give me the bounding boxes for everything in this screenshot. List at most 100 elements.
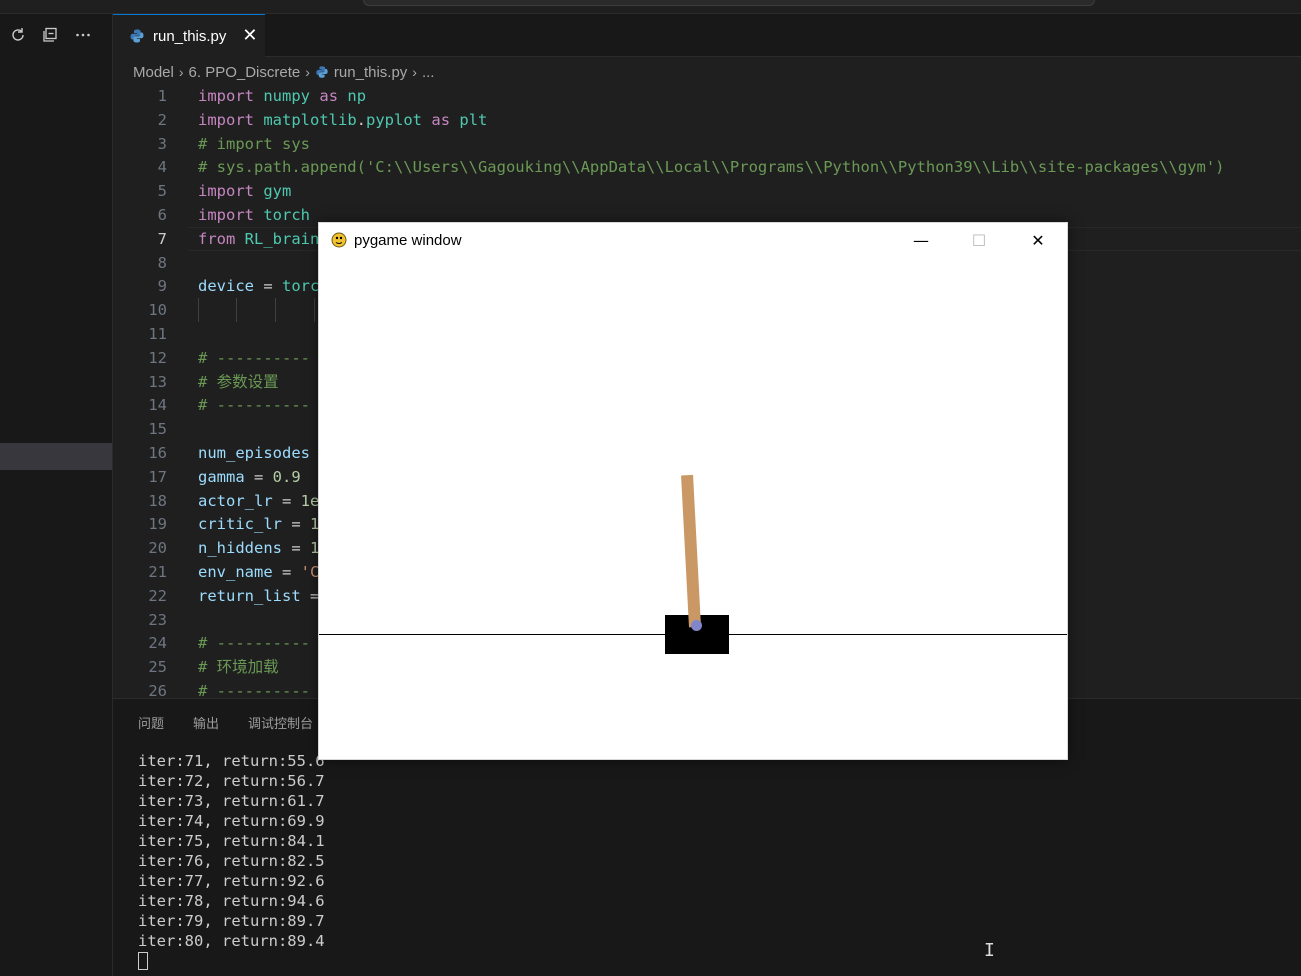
tab-output[interactable]: 输出 — [193, 713, 219, 732]
line-number: 9 — [157, 277, 167, 296]
close-button[interactable]: ✕ — [1009, 223, 1067, 259]
terminal-line: iter:79, return:89.7 — [138, 912, 325, 930]
code-text: critic_lr = 1 — [198, 515, 320, 534]
code-text: # ---------- — [198, 682, 310, 698]
code-line[interactable]: 4 # sys.path.append('C:\\Users\\Gagouking… — [113, 155, 1301, 179]
code-text: n_hiddens = 1 — [198, 539, 320, 558]
editor-tab-bar: run_this.py ✕ — [113, 14, 1301, 57]
terminal-cursor — [138, 952, 148, 970]
code-text: # ---------- — [198, 634, 310, 653]
line-number: 17 — [148, 467, 167, 486]
command-center-search[interactable] — [363, 0, 1095, 6]
cartpole-axle — [691, 620, 702, 631]
title-bar-strip — [0, 0, 1301, 14]
pygame-snake-icon — [331, 232, 347, 248]
text-cursor-icon: I — [984, 940, 995, 961]
terminal-line: iter:73, return:61.7 — [138, 792, 325, 810]
line-number: 5 — [157, 182, 167, 201]
maximize-button[interactable]: ☐ — [950, 223, 1008, 259]
line-number: 11 — [148, 325, 167, 343]
breadcrumb: Model › 6. PPO_Discrete › run_this.py › … — [133, 62, 434, 82]
breadcrumb-item[interactable]: ... — [422, 64, 435, 81]
code-text: # 参数设置 — [198, 372, 279, 391]
breadcrumb-item[interactable]: 6. PPO_Discrete — [189, 64, 301, 81]
explorer-selected-item[interactable] — [0, 443, 112, 470]
line-number: 7 — [157, 229, 167, 248]
line-number: 22 — [148, 586, 167, 605]
pygame-title-bar[interactable]: pygame window — ☐ ✕ — [319, 223, 1067, 259]
line-number: 12 — [148, 348, 167, 367]
line-number: 15 — [148, 420, 167, 439]
line-number: 16 — [148, 444, 167, 462]
code-text: # 环境加载 — [198, 658, 279, 677]
code-line[interactable]: 5 import gym — [113, 179, 1301, 203]
indent-guides — [198, 298, 328, 323]
chevron-right-icon: › — [178, 64, 184, 80]
code-text: import numpy as np — [198, 87, 367, 105]
terminal-line: iter:80, return:89.4 — [138, 932, 325, 950]
breadcrumb-item[interactable]: run_this.py — [334, 64, 407, 81]
terminal-line: iter:74, return:69.9 — [138, 812, 325, 830]
explorer-sidebar — [0, 14, 113, 976]
pygame-window-title: pygame window — [354, 232, 462, 249]
tab-label: run_this.py — [153, 27, 227, 45]
minimize-button[interactable]: — — [892, 223, 950, 259]
code-text: return_list = — [198, 586, 320, 605]
tab-problems[interactable]: 问题 — [138, 713, 164, 732]
tab-debug-console[interactable]: 调试控制台 — [248, 713, 313, 732]
python-file-icon — [316, 66, 328, 78]
more-icon[interactable] — [73, 26, 93, 46]
refresh-icon[interactable] — [8, 26, 28, 46]
tab-run-this-py[interactable]: run_this.py ✕ — [113, 14, 265, 57]
code-text: from RL_brain — [198, 229, 320, 248]
line-number: 4 — [157, 158, 167, 177]
line-number: 2 — [157, 110, 167, 129]
code-line[interactable]: 2 import matplotlib.pyplot as plt — [113, 108, 1301, 132]
line-number: 21 — [148, 563, 167, 581]
line-number: 1 — [157, 87, 167, 105]
line-number: 18 — [148, 491, 167, 510]
line-number: 25 — [148, 658, 167, 677]
code-text: device = torc — [198, 277, 320, 296]
breadcrumb-item[interactable]: Model — [133, 64, 174, 81]
code-text: import torch — [198, 206, 311, 224]
code-text: import matplotlib.pyplot as plt — [198, 110, 488, 129]
code-line[interactable]: 3 # import sys — [113, 132, 1301, 156]
line-number: 3 — [157, 134, 167, 153]
terminal-line: iter:76, return:82.5 — [138, 852, 325, 870]
chevron-right-icon: › — [412, 64, 417, 80]
code-text: # sys.path.append('C:\\Users\\Gagouking\… — [198, 158, 1225, 177]
code-text: actor_lr = 1e — [198, 491, 320, 510]
line-number: 24 — [148, 634, 167, 653]
terminal-output[interactable]: iter:71, return:55.6 iter:72, return:56.7… — [138, 751, 325, 951]
cartpole-pole — [681, 474, 701, 628]
code-text: num_episodes — [198, 444, 310, 462]
collapse-all-icon[interactable] — [40, 26, 60, 46]
line-number: 13 — [148, 372, 167, 391]
python-file-icon — [130, 29, 144, 43]
code-text: import gym — [198, 182, 292, 201]
terminal-line: iter:71, return:55.6 — [138, 752, 325, 770]
line-number: 6 — [157, 206, 167, 224]
line-number: 10 — [148, 301, 167, 320]
code-text: # ---------- — [198, 396, 310, 415]
line-number: 23 — [148, 610, 167, 629]
code-text: gamma = 0.9 — [198, 467, 301, 486]
line-number: 8 — [157, 253, 167, 272]
code-text: env_name = 'C — [198, 563, 320, 581]
line-number: 19 — [148, 515, 167, 534]
code-line[interactable]: 1 import numpy as np — [113, 84, 1301, 108]
line-number: 14 — [148, 396, 167, 415]
terminal-line: iter:78, return:94.6 — [138, 892, 325, 910]
code-text: # import sys — [198, 134, 310, 153]
code-text: # ---------- — [198, 348, 310, 367]
chevron-right-icon: › — [305, 64, 310, 80]
line-number: 26 — [148, 682, 167, 698]
terminal-line: iter:72, return:56.7 — [138, 772, 325, 790]
terminal-line: iter:77, return:92.6 — [138, 872, 325, 890]
pygame-window[interactable]: pygame window — ☐ ✕ — [318, 222, 1068, 760]
terminal-line: iter:75, return:84.1 — [138, 832, 325, 850]
close-tab-icon[interactable]: ✕ — [242, 27, 257, 45]
line-number: 20 — [148, 539, 167, 558]
panel-tabs: 问题 输出 调试控制台 — [138, 713, 313, 732]
